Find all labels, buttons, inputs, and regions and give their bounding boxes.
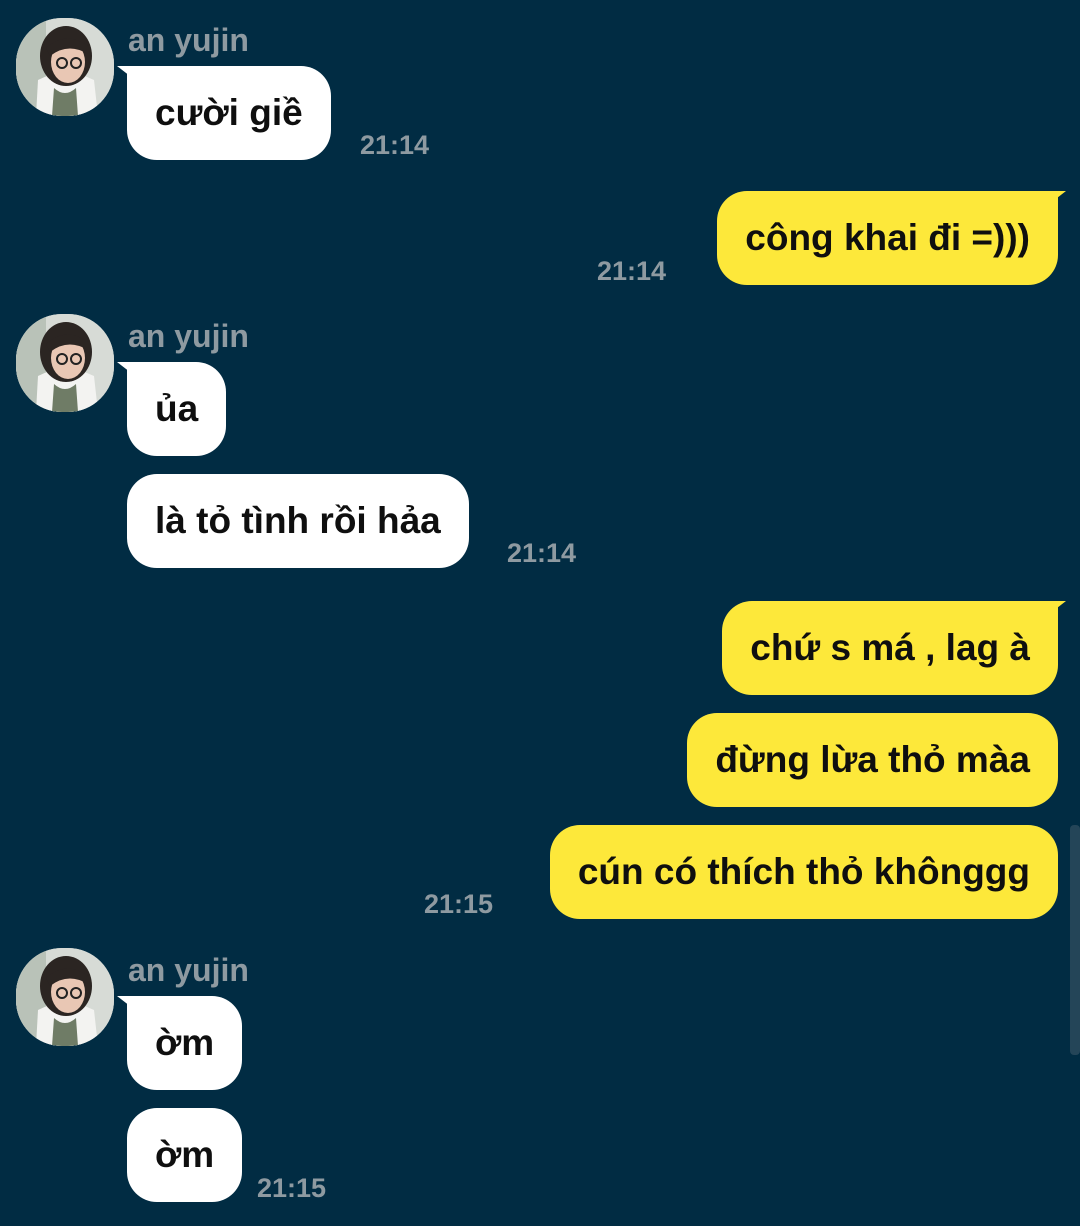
- profile-photo-avatar-icon: [16, 314, 114, 412]
- outgoing-message-bubble[interactable]: công khai đi =))): [717, 191, 1058, 285]
- sender-name: an yujin: [128, 318, 249, 354]
- outgoing-message-bubble[interactable]: cún có thích thỏ khônggg: [549, 825, 1058, 919]
- scrollbar-thumb[interactable]: [1070, 825, 1080, 1055]
- incoming-message-bubble[interactable]: ờm: [127, 996, 243, 1090]
- message-timestamp: 21:15: [424, 889, 494, 919]
- outgoing-message-bubble[interactable]: chứ s má , lag à: [722, 601, 1058, 695]
- incoming-message-bubble[interactable]: là tỏ tình rồi hảa: [127, 474, 469, 568]
- incoming-message-bubble[interactable]: cười giề: [127, 66, 331, 160]
- sender-name: an yujin: [128, 952, 249, 988]
- outgoing-message-bubble[interactable]: đừng lừa thỏ màa: [687, 713, 1058, 807]
- sender-name: an yujin: [128, 22, 249, 58]
- contact-avatar[interactable]: [16, 948, 114, 1046]
- contact-avatar[interactable]: [16, 314, 114, 412]
- message-timestamp: 21:14: [360, 130, 430, 160]
- incoming-message-bubble[interactable]: ủa: [127, 362, 227, 456]
- contact-avatar[interactable]: [16, 18, 114, 116]
- message-timestamp: 21:14: [597, 256, 667, 286]
- incoming-message-bubble[interactable]: ờm: [127, 1108, 243, 1202]
- message-timestamp: 21:14: [507, 538, 577, 568]
- profile-photo-avatar-icon: [16, 18, 114, 116]
- profile-photo-avatar-icon: [16, 948, 114, 1046]
- message-timestamp: 21:15: [257, 1173, 327, 1203]
